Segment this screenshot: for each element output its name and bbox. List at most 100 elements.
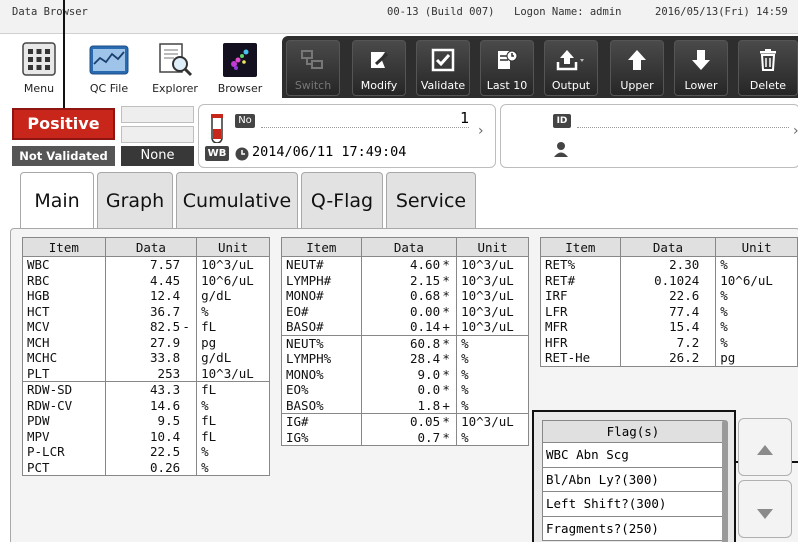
cell-unit: % <box>196 459 270 476</box>
table-row[interactable]: LFR 77.4% <box>540 303 798 319</box>
table-row[interactable]: RET% 2.30% <box>540 256 798 273</box>
cell-value: 7.57 <box>150 257 181 272</box>
extra-status-badge: None <box>121 146 194 166</box>
table-row[interactable]: LYMPH# 2.15 * 10^3/uL <box>281 272 529 288</box>
table-row[interactable]: IRF 22.6% <box>540 288 798 304</box>
patient-info-panel[interactable]: ID › <box>500 104 798 168</box>
modify-button[interactable]: Modify <box>352 40 406 96</box>
explorer-label: Explorer <box>152 82 198 95</box>
table-row[interactable]: HCT 36.7% <box>22 303 270 319</box>
cell-value: 60.8 <box>410 335 441 351</box>
cell-data: 0.1024 <box>619 272 717 288</box>
table-row[interactable]: PDW 9.5 fL <box>22 413 270 429</box>
cell-value: 12.4 <box>150 288 181 303</box>
cell-value: 36.7 <box>150 303 181 319</box>
modify-label: Modify <box>360 79 398 92</box>
cell-item: RET# <box>540 272 621 288</box>
table-row[interactable]: HGB 12.4 g/dL <box>22 288 270 304</box>
last-ten-button[interactable]: Last 10 <box>480 40 534 96</box>
qc-file-button[interactable]: QC File <box>80 36 138 98</box>
header-data: Data <box>104 237 198 257</box>
cell-value: 2.15 <box>410 272 441 288</box>
table-row[interactable]: LYMPH% 28.4 *% <box>281 351 529 367</box>
action-toolbar: Switch Modify Validate Last 10 Output Up… <box>282 36 798 98</box>
explorer-button[interactable]: Explorer <box>146 36 204 98</box>
tab-graph[interactable]: Graph <box>97 172 173 228</box>
cell-value: 7.2 <box>676 334 700 350</box>
table-row[interactable]: MFR 15.4% <box>540 319 798 335</box>
switch-label: Switch <box>294 79 332 92</box>
cell-data: 0.14 + <box>360 319 458 335</box>
cell-unit: pg <box>196 334 270 350</box>
table-row[interactable]: PCT 0.26% <box>22 459 270 476</box>
switch-button[interactable]: Switch <box>286 40 340 96</box>
lower-button[interactable]: Lower <box>674 40 728 96</box>
table-row[interactable]: IG# 0.05 * 10^3/uL <box>281 413 529 430</box>
cell-data: 4.45 <box>104 272 198 288</box>
arrow-up-icon <box>626 48 648 76</box>
flag-item[interactable]: Bl/Abn Ly?(300) <box>542 466 724 492</box>
table-row[interactable]: RDW-CV 14.6% <box>22 397 270 413</box>
tab-service[interactable]: Service <box>386 172 476 228</box>
cell-data: 2.30 <box>619 256 717 273</box>
table-row[interactable]: RBC 4.45 10^6/uL <box>22 272 270 288</box>
table-row[interactable]: EO% 0.0 *% <box>281 382 529 398</box>
flag-item[interactable]: Left Shift?(300) <box>542 491 724 517</box>
scroll-up-button[interactable] <box>738 418 792 476</box>
browser-button[interactable]: Browser <box>210 36 270 98</box>
cell-unit: % <box>715 288 798 304</box>
flags-scrollbar[interactable] <box>722 420 728 542</box>
table-row[interactable]: NEUT% 60.8 *% <box>281 334 529 351</box>
cell-unit: 10^6/uL <box>196 272 270 288</box>
table-row[interactable]: EO# 0.00 * 10^3/uL <box>281 303 529 319</box>
upper-button[interactable]: Upper <box>610 40 664 96</box>
table-row[interactable]: BASO# 0.14 +10^3/uL <box>281 319 529 335</box>
cell-flag-mark: * <box>442 351 450 366</box>
cell-value: 0.00 <box>410 303 441 319</box>
table-row[interactable]: MCH 27.9 pg <box>22 334 270 350</box>
cell-data: 22.6 <box>619 288 717 304</box>
table-row[interactable]: BASO% 1.8 +% <box>281 397 529 414</box>
table-row[interactable]: MCHC 33.8 g/dL <box>22 350 270 366</box>
output-button[interactable]: Output <box>544 40 598 96</box>
cell-data: 1.8 + <box>360 397 458 414</box>
cell-item: PCT <box>22 459 106 476</box>
cell-value: 0.7 <box>417 429 441 445</box>
flag-item[interactable]: Fragments?(250) <box>542 515 724 541</box>
cell-item: RET-He <box>540 350 621 367</box>
table-row[interactable]: WBC 7.57 10^3/uL <box>22 256 270 273</box>
cell-value: 1.8 <box>417 397 441 413</box>
table-row[interactable]: RET-He 26.2 pg <box>540 350 798 367</box>
chevron-right-icon: › <box>478 123 484 139</box>
table-row[interactable]: MONO% 9.0 *% <box>281 366 529 382</box>
cell-value: 14.6 <box>150 397 181 413</box>
table-row[interactable]: P-LCR 22.5% <box>22 444 270 460</box>
table-row[interactable]: IG% 0.7 *% <box>281 429 529 446</box>
table-row[interactable]: MPV 10.4 fL <box>22 428 270 444</box>
table-row[interactable]: NEUT# 4.60 * 10^3/uL <box>281 256 529 273</box>
table-row[interactable]: HFR 7.2% <box>540 334 798 350</box>
cell-item: HCT <box>22 303 106 319</box>
cell-data: 22.5 <box>104 444 198 460</box>
cell-data: 12.4 <box>104 288 198 304</box>
sample-info-panel[interactable]: No 1 › WB 2014/06/11 17:49:04 <box>198 104 496 168</box>
table-row[interactable]: MCV 82.5- fL <box>22 319 270 335</box>
table-row[interactable]: RET# 0.1024 10^6/uL <box>540 272 798 288</box>
cell-unit: % <box>456 351 529 367</box>
cell-flag-mark: * <box>442 272 450 288</box>
tab-q-flag[interactable]: Q-Flag <box>301 172 383 228</box>
cell-data: 9.5 <box>104 413 198 429</box>
scroll-down-button[interactable] <box>738 480 792 538</box>
validate-button[interactable]: Validate <box>416 40 470 96</box>
table-row[interactable]: RDW-SD 43.3 fL <box>22 381 270 398</box>
table-row[interactable]: MONO# 0.68 * 10^3/uL <box>281 288 529 304</box>
delete-button[interactable]: Delete <box>738 40 798 96</box>
cell-value: 28.4 <box>410 351 441 366</box>
tab-main[interactable]: Main <box>20 172 94 230</box>
table-row[interactable]: PLT 253 10^3/uL <box>22 365 270 382</box>
tab-cumulative[interactable]: Cumulative <box>176 172 298 228</box>
cell-data: 26.2 <box>619 350 717 367</box>
flag-item[interactable]: WBC Abn Scg <box>542 442 724 468</box>
cell-item: MCHC <box>22 350 106 366</box>
cell-item: WBC <box>22 256 106 273</box>
